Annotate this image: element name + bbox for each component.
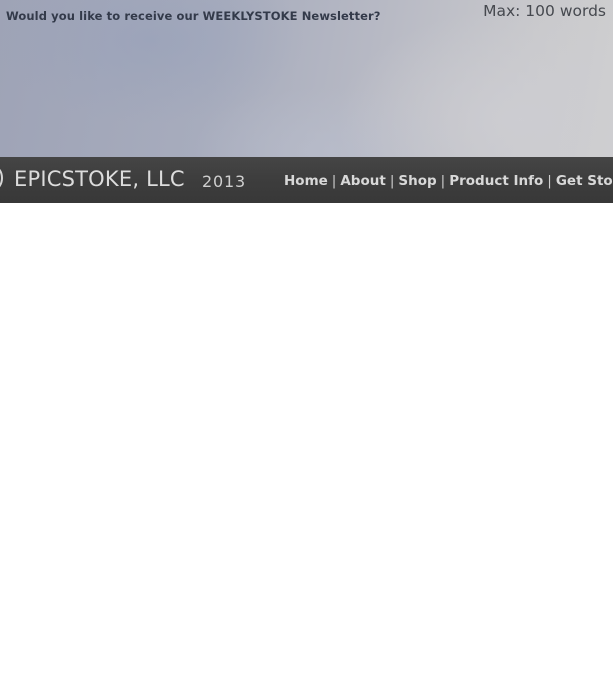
nav-link-get-stoked[interactable]: Get Stoked xyxy=(556,173,613,189)
nav-link-product-info[interactable]: Product Info xyxy=(449,173,543,189)
hero-banner: Would you like to receive our WEEKLYSTOK… xyxy=(0,0,613,157)
nav-separator: | xyxy=(389,173,395,189)
nav-separator: | xyxy=(547,173,552,189)
nav-separator: | xyxy=(331,173,337,189)
logo-icon xyxy=(0,166,3,190)
nav-link-home[interactable]: Home xyxy=(284,173,328,189)
newsletter-question: Would you like to receive our WEEKLYSTOK… xyxy=(6,9,381,23)
nav-link-shop[interactable]: Shop xyxy=(398,173,436,189)
nav-separator: | xyxy=(440,173,446,189)
brand-year: 2013 xyxy=(202,172,246,191)
max-words-label: Max: 100 words xyxy=(483,2,606,20)
nav-link-about[interactable]: About xyxy=(340,173,385,189)
page: Would you like to receive our WEEKLYSTOK… xyxy=(0,0,613,679)
brand-name: EPICSTOKE, LLC xyxy=(14,167,185,191)
content-area xyxy=(0,203,613,679)
footer-bar: EPICSTOKE, LLC 2013 Home | About | Shop | Prod… xyxy=(0,157,613,203)
footer-nav: Home|About|Shop|Product Info|Get Stoked xyxy=(284,173,613,189)
